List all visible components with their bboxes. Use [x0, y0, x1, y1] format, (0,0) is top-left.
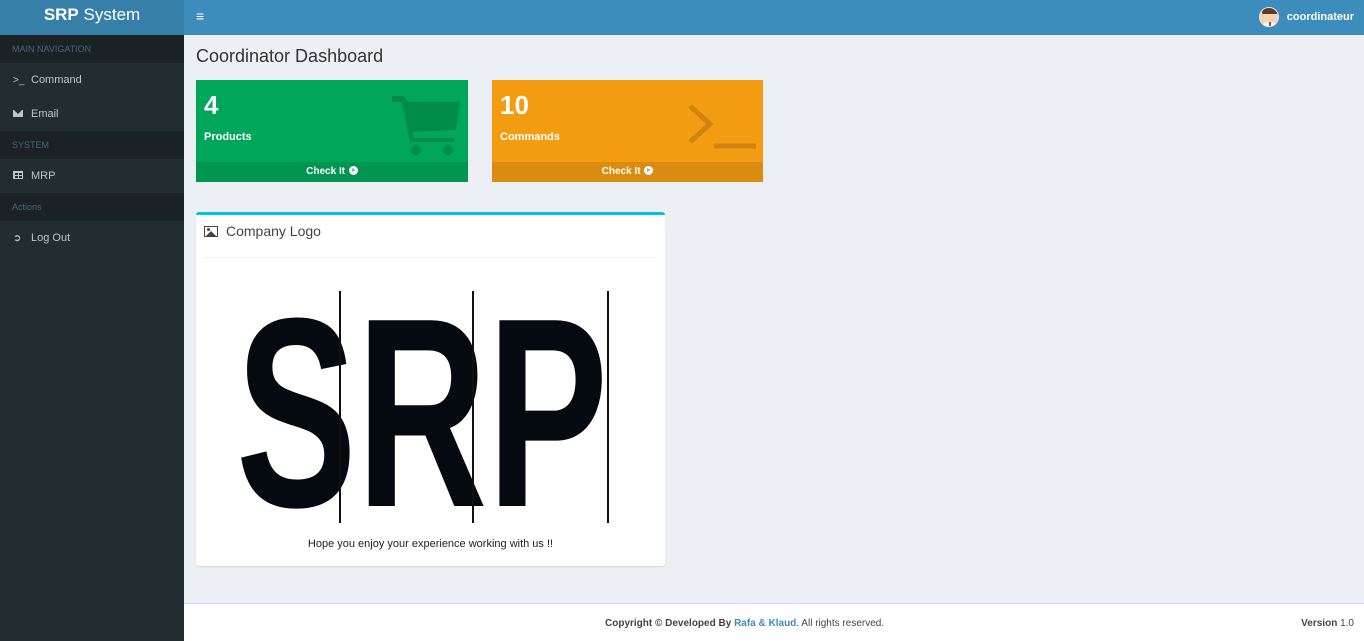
check-it-label: Check It [601, 166, 641, 177]
picture-icon [204, 225, 218, 237]
username: coordinateur [1286, 11, 1354, 23]
company-logo-box: Company Logo SRP Hope you enjoy your exp… [196, 212, 665, 566]
top-navbar: ≡ coordinateur [184, 0, 1364, 35]
sign-out-icon: ➲ [13, 232, 22, 244]
page-footer: Copyright © Developed By Rafa & Klaud. A… [184, 603, 1364, 641]
sidebar-item-logout[interactable]: ➲ Log Out [0, 221, 184, 255]
sidebar-header-system: SYSTEM [0, 131, 184, 159]
check-it-link[interactable]: Check It [492, 162, 763, 182]
stat-label: Commands [500, 131, 560, 143]
sidebar-item-label: MRP [31, 170, 56, 182]
version-info: Version 1.0 [1301, 618, 1354, 629]
version-number: 1.0 [1337, 618, 1354, 629]
copyright: Copyright © Developed By Rafa & Klaud. A… [605, 618, 884, 629]
user-avatar [1258, 7, 1279, 27]
sidebar-item-label: Log Out [31, 232, 71, 244]
copyright-suffix: . All rights reserved. [796, 618, 885, 629]
stat-value: 10 [500, 90, 529, 120]
company-logo-image: SRP [236, 291, 609, 523]
brand-logo[interactable]: SRP System [0, 0, 184, 35]
stat-box-commands: 10 Commands Check It [492, 80, 763, 182]
svg-text:SRP: SRP [236, 291, 608, 523]
brand-bold: SRP [43, 5, 79, 24]
check-it-label: Check It [306, 166, 346, 177]
hamburger-icon[interactable]: ≡ [196, 8, 204, 24]
stat-box-products: 4 Products Check It [196, 80, 468, 182]
divider [204, 257, 657, 258]
sidebar-item-command[interactable]: >_ Command [0, 63, 184, 97]
check-it-link[interactable]: Check It [196, 162, 468, 182]
stat-label: Products [204, 131, 252, 143]
terminal-icon: >_ [13, 74, 25, 86]
table-icon [13, 170, 31, 182]
authors-link[interactable]: Rafa & Klaud [734, 618, 796, 629]
sidebar: MAIN NAVIGATION >_ Command Email SYSTEM … [0, 35, 184, 641]
shopping-cart-icon [392, 96, 460, 155]
arrow-circle-right-icon [348, 166, 358, 175]
page-title: Coordinator Dashboard [196, 46, 384, 66]
arrow-circle-right-icon [644, 166, 654, 175]
terminal-icon [688, 104, 756, 149]
box-header: Company Logo [204, 223, 321, 239]
copyright-prefix: Copyright © Developed By [605, 618, 735, 629]
welcome-message: Hope you enjoy your experience working w… [307, 538, 554, 550]
envelope-icon [13, 109, 31, 120]
sidebar-item-label: Email [31, 108, 59, 120]
sidebar-header-actions: Actions [0, 193, 184, 221]
sidebar-item-email[interactable]: Email [0, 97, 184, 131]
brand-rest: System [78, 5, 141, 24]
stat-value: 4 [204, 90, 219, 120]
box-title: Company Logo [226, 223, 321, 239]
sidebar-item-label: Command [31, 74, 82, 86]
sidebar-item-mrp[interactable]: MRP [0, 159, 184, 193]
version-label: Version [1301, 618, 1338, 629]
user-menu[interactable]: coordinateur [1258, 5, 1354, 29]
sidebar-header-main-navigation: MAIN NAVIGATION [0, 35, 184, 63]
